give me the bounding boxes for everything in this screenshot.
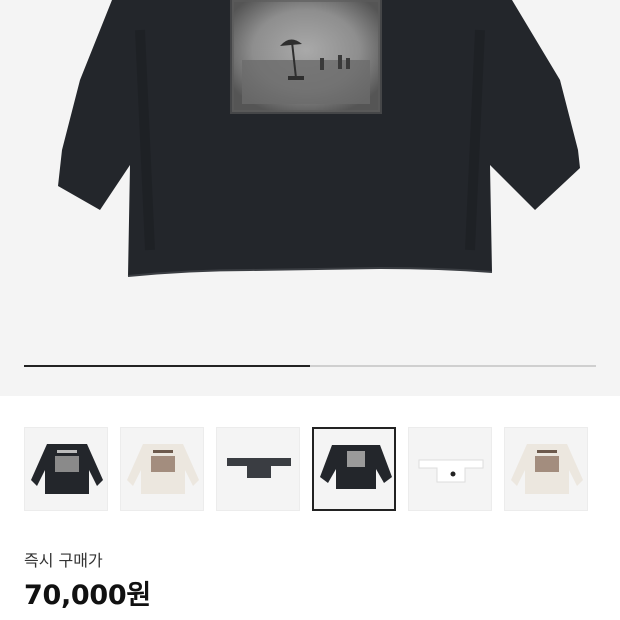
thumb-black-longsleeve-print[interactable] [24,427,108,511]
gallery-progress-fill [24,365,310,367]
thumb-white-flat-top[interactable] [408,427,492,511]
gallery-progress-bar [24,365,596,367]
product-main-image[interactable] [0,0,620,396]
thumbnail-strip [24,427,596,511]
thumb-black-oversized-print[interactable] [312,427,396,511]
price-value: 70,000원 [24,580,151,611]
thumb-cream-longsleeve-print[interactable] [120,427,204,511]
thumb-black-flat-top[interactable] [216,427,300,511]
black-print-garment-image [31,444,103,494]
instant-buy-price-label: 즉시 구매가 [24,551,103,570]
black-flat-garment-image [227,458,291,478]
thumb-cream-longsleeve-print-2[interactable] [504,427,588,511]
white-flat-garment-image [418,459,484,483]
cream-print-garment-image [127,444,199,494]
oversized-black-shirt-image [58,0,580,277]
product-page: 즉시 구매가 70,000원 [0,0,620,620]
black-oversized-garment-image [320,445,392,489]
cream-print-garment-image [511,444,583,494]
